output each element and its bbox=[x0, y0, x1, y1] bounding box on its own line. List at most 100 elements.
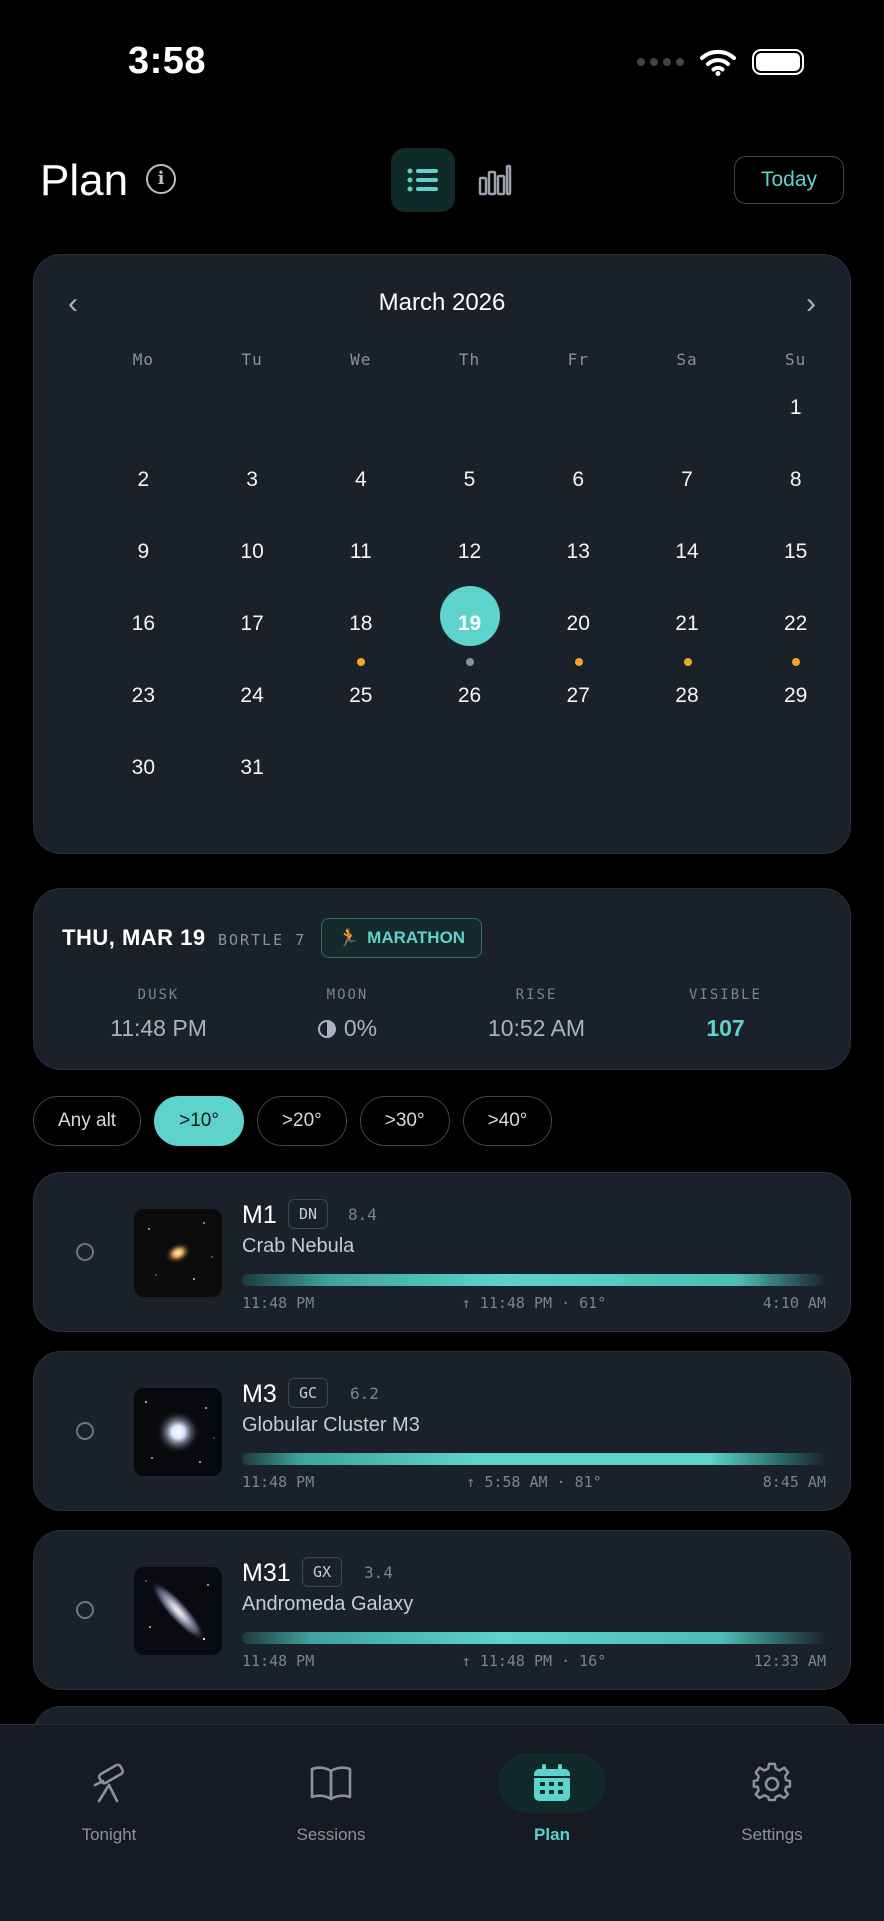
tab-tonight[interactable]: Tonight bbox=[34, 1753, 184, 1845]
marathon-label: MARATHON bbox=[367, 928, 466, 947]
calendar-day[interactable]: 29 bbox=[741, 668, 850, 740]
calendar-day[interactable]: 19 bbox=[415, 586, 524, 668]
object-name: M31 bbox=[242, 1559, 291, 1587]
calendar-week-row: 2 3 4 5 6 7 8 bbox=[34, 452, 850, 524]
calendar-day[interactable]: 6 bbox=[524, 452, 633, 524]
select-radio[interactable] bbox=[76, 1601, 94, 1619]
object-full-name: Globular Cluster M3 bbox=[242, 1414, 420, 1436]
visibility-bar bbox=[242, 1274, 826, 1286]
calendar-day[interactable]: 21 bbox=[633, 596, 742, 668]
day-number: 7 bbox=[681, 468, 693, 491]
filter-chip-10[interactable]: >10° bbox=[154, 1096, 244, 1146]
calendar-day[interactable]: 17 bbox=[198, 596, 307, 668]
calendar-day[interactable]: 22 bbox=[741, 596, 850, 668]
select-radio[interactable] bbox=[76, 1243, 94, 1261]
weekday-label: Tu bbox=[241, 350, 263, 369]
calendar-day[interactable]: 27 bbox=[524, 668, 633, 740]
chart-view-button[interactable] bbox=[463, 148, 527, 212]
gear-icon bbox=[718, 1753, 826, 1813]
object-full-name: Andromeda Galaxy bbox=[242, 1593, 414, 1615]
calendar-day[interactable]: 16 bbox=[89, 596, 198, 668]
view-toggle bbox=[391, 148, 527, 212]
moon-phase-icon bbox=[317, 1019, 336, 1038]
peak-time: ↑ 5:58 AM · 81° bbox=[466, 1473, 602, 1491]
day-number: 15 bbox=[783, 540, 808, 563]
calendar-day[interactable]: 2 bbox=[89, 452, 198, 524]
calendar-day[interactable]: 20 bbox=[524, 596, 633, 668]
select-radio[interactable] bbox=[76, 1422, 94, 1440]
object-card[interactable]: M31 GX 3.4 Andromeda Galaxy 11:48 PM ↑ 1… bbox=[33, 1530, 851, 1690]
calendar-day[interactable]: 18 bbox=[306, 596, 415, 668]
marathon-badge[interactable]: 🏃 MARATHON bbox=[321, 918, 483, 958]
weekday-label: Sa bbox=[676, 350, 698, 369]
calendar-day[interactable]: 23 bbox=[89, 668, 198, 740]
end-time: 8:45 AM bbox=[762, 1473, 826, 1491]
night-stats: DUSK 11:48 PM MOON 0% RISE 10:52 AM VISI… bbox=[64, 987, 820, 1042]
tab-settings[interactable]: Settings bbox=[697, 1753, 847, 1845]
calendar-icon bbox=[498, 1753, 606, 1813]
object-card[interactable]: M1 DN 8.4 Crab Nebula 11:48 PM ↑ 11:48 P… bbox=[33, 1172, 851, 1332]
day-number: 19 bbox=[457, 612, 482, 635]
object-thumbnail bbox=[134, 1567, 222, 1655]
day-number: 31 bbox=[240, 756, 264, 779]
selected-date: THU, MAR 19 bbox=[62, 925, 206, 950]
info-icon[interactable]: i bbox=[146, 164, 176, 194]
calendar-day[interactable]: 7 bbox=[633, 452, 742, 524]
stat-dusk: DUSK 11:48 PM bbox=[64, 987, 253, 1042]
calendar-day[interactable]: 30 bbox=[89, 740, 198, 812]
calendar-day[interactable]: 14 bbox=[633, 524, 742, 596]
calendar-day[interactable]: 25 bbox=[306, 668, 415, 740]
tab-plan[interactable]: Plan bbox=[477, 1753, 627, 1845]
stat-value: 107 bbox=[706, 1015, 745, 1041]
calendar-day[interactable]: 10 bbox=[198, 524, 307, 596]
calendar-week-row: 9 10 11 12 13 14 15 bbox=[34, 524, 850, 596]
filter-chip-40[interactable]: >40° bbox=[462, 1096, 553, 1146]
battery-icon bbox=[752, 49, 804, 75]
calendar-day[interactable]: 5 bbox=[415, 452, 524, 524]
today-button[interactable]: Today bbox=[734, 156, 844, 204]
calendar-day[interactable]: 11 bbox=[306, 524, 415, 596]
stat-label: MOON bbox=[326, 987, 369, 1003]
calendar-day[interactable]: 8 bbox=[741, 452, 850, 524]
tab-label: Plan bbox=[534, 1825, 570, 1844]
tab-label: Tonight bbox=[81, 1825, 137, 1844]
weekday-label: Mo bbox=[132, 350, 154, 369]
object-card[interactable]: M3 GC 6.2 Globular Cluster M3 11:48 PM ↑… bbox=[33, 1351, 851, 1511]
day-number: 26 bbox=[457, 684, 482, 707]
day-number: 2 bbox=[137, 468, 150, 491]
stat-value: 0% bbox=[343, 1015, 378, 1041]
list-view-button[interactable] bbox=[391, 148, 455, 212]
calendar-day[interactable]: 4 bbox=[306, 452, 415, 524]
event-dot bbox=[683, 658, 692, 666]
cluster-image bbox=[134, 1388, 222, 1476]
calendar-empty-cell bbox=[633, 740, 742, 812]
day-number: 3 bbox=[246, 468, 258, 491]
calendar-day[interactable]: 24 bbox=[198, 668, 307, 740]
page-title: Plan bbox=[40, 156, 129, 205]
calendar-week-row: 1 bbox=[34, 380, 850, 452]
calendar-empty-cell bbox=[633, 380, 742, 452]
calendar-day[interactable]: 13 bbox=[524, 524, 633, 596]
calendar-day[interactable]: 15 bbox=[741, 524, 850, 596]
filter-chip-20[interactable]: >20° bbox=[256, 1096, 347, 1146]
calendar-day[interactable]: 9 bbox=[89, 524, 198, 596]
calendar-day[interactable]: 1 bbox=[741, 380, 850, 452]
stat-value: 10:52 AM bbox=[487, 1015, 586, 1041]
day-number: 14 bbox=[675, 540, 699, 563]
runner-icon: 🏃 bbox=[338, 928, 360, 947]
next-month-button[interactable]: › bbox=[806, 287, 816, 321]
calendar-empty-cell bbox=[415, 380, 524, 452]
calendar-day[interactable]: 28 bbox=[633, 668, 742, 740]
weekday-label: Su bbox=[785, 350, 807, 369]
calendar-day[interactable]: 3 bbox=[198, 452, 307, 524]
tab-label: Sessions bbox=[296, 1825, 366, 1844]
day-number: 27 bbox=[566, 684, 590, 707]
object-thumbnail bbox=[134, 1209, 222, 1297]
filter-chip-any[interactable]: Any alt bbox=[33, 1096, 142, 1146]
tab-sessions[interactable]: Sessions bbox=[256, 1753, 406, 1845]
stat-visible: VISIBLE 107 bbox=[631, 987, 820, 1042]
calendar-day[interactable]: 26 bbox=[415, 668, 524, 740]
calendar-day[interactable]: 31 bbox=[198, 740, 307, 812]
day-number: 29 bbox=[783, 684, 808, 707]
filter-chip-30[interactable]: >30° bbox=[359, 1096, 450, 1146]
